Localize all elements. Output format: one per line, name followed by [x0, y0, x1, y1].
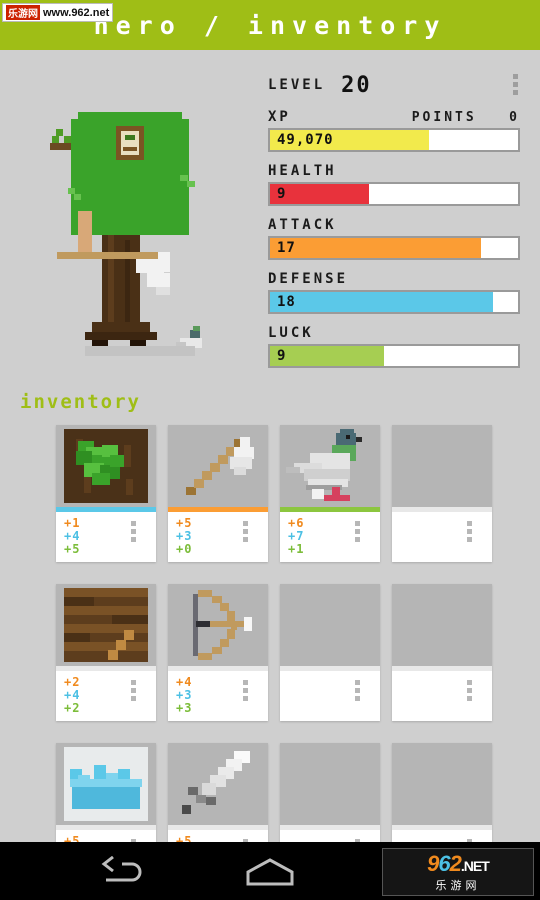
item-overflow-menu-icon[interactable] [467, 680, 472, 701]
stat-health: HEALTH 9 [268, 163, 520, 206]
watermark-bottom-main: 962.NET [427, 851, 490, 876]
points-readout: POINTS 0 [412, 110, 520, 125]
overflow-menu-icon[interactable] [513, 74, 518, 95]
sword-item-icon [168, 743, 268, 825]
bow-item-icon [168, 584, 268, 666]
item-stats: +1 +4 +5 [56, 512, 156, 562]
axe-item-icon [168, 425, 268, 507]
stat-health-head: HEALTH [268, 163, 520, 179]
item-overflow-menu-icon[interactable] [355, 680, 360, 701]
android-nav-bar: 962.NET 乐游网 [0, 842, 540, 900]
stat-xp-bar: 49,070 [268, 128, 520, 152]
stat-attack-bar: 17 [268, 236, 520, 260]
stat-defense: DEFENSE 18 [268, 271, 520, 314]
watermark-top-cn: 乐游网 [6, 5, 40, 20]
watermark-bottom: 962.NET 乐游网 [382, 848, 534, 896]
item-stats [392, 671, 492, 721]
empty-slot-icon [392, 743, 492, 825]
stat-defense-label: DEFENSE [268, 271, 349, 287]
empty-slot-icon [392, 425, 492, 507]
stat-defense-bar: 18 [268, 290, 520, 314]
points-label: POINTS [411, 110, 477, 125]
item-overflow-menu-icon[interactable] [243, 521, 248, 542]
stat-luck-fill [270, 346, 385, 366]
level-row: LEVEL 20 [268, 72, 520, 98]
stat-luck-bar: 9 [268, 344, 520, 368]
stat-xp-head: XP POINTS 0 [268, 109, 520, 125]
empty-slot-icon [280, 743, 380, 825]
stat-attack-head: ATTACK [268, 217, 520, 233]
app-screen: hero / inventory 乐游网 www.962.net LEVEL 2… [0, 0, 540, 900]
inventory-item-card[interactable]: +6 +7 +1 [280, 425, 380, 562]
item-overflow-menu-icon[interactable] [131, 680, 136, 701]
pigeon-item-icon [280, 425, 380, 507]
inventory-grid: +1 +4 +5 +5 +3 +0 +6 +7 +1 +2 +4 +2 +4 +3 +3 +5 +5 [56, 425, 496, 880]
stat-attack-fill [270, 238, 481, 258]
level-value: 20 [341, 72, 372, 98]
stat-attack: ATTACK 17 [268, 217, 520, 260]
stat-luck-head: LUCK [268, 325, 520, 341]
home-icon[interactable] [242, 856, 298, 888]
stat-health-bar: 9 [268, 182, 520, 206]
item-stats: +4 +3 +3 [168, 671, 268, 721]
stat-health-label: HEALTH [268, 163, 337, 179]
item-overflow-menu-icon[interactable] [131, 521, 136, 542]
app-bar: hero / inventory 乐游网 www.962.net [0, 0, 540, 50]
item-stats [280, 671, 380, 721]
inventory-item-card[interactable]: +4 +3 +3 [168, 584, 268, 721]
stat-luck-value: 9 [277, 348, 287, 364]
stat-luck-label: LUCK [268, 325, 314, 341]
stat-defense-head: DEFENSE [268, 271, 520, 287]
stat-defense-value: 18 [277, 294, 296, 310]
points-value: 0 [509, 110, 520, 125]
item-stat-luck: +1 [288, 542, 305, 556]
wood-plank-item-icon [56, 584, 156, 666]
stat-attack-label: ATTACK [268, 217, 337, 233]
inventory-item-card[interactable] [280, 584, 380, 721]
water-block-item-icon [56, 743, 156, 825]
inventory-item-card[interactable]: +2 +4 +2 [56, 584, 156, 721]
item-overflow-menu-icon[interactable] [355, 521, 360, 542]
stat-defense-fill [270, 292, 494, 312]
leaf-item-icon [56, 425, 156, 507]
stats-panel: LEVEL 20 XP POINTS 0 49,070 HEALTH 9 ATT… [268, 72, 520, 368]
item-stat-luck: +2 [64, 701, 81, 715]
inventory-item-card[interactable] [392, 425, 492, 562]
level-label: LEVEL [268, 77, 326, 93]
hero-character[interactable] [30, 100, 250, 370]
inventory-item-card[interactable] [392, 584, 492, 721]
watermark-bottom-cn: 乐游网 [435, 880, 481, 892]
item-overflow-menu-icon[interactable] [243, 680, 248, 701]
empty-slot-icon [392, 584, 492, 666]
item-stats [392, 512, 492, 562]
stat-health-value: 9 [277, 186, 287, 202]
item-stats: +2 +4 +2 [56, 671, 156, 721]
stat-xp: XP POINTS 0 49,070 [268, 109, 520, 152]
watermark-bottom-net: .NET [460, 858, 490, 874]
stat-xp-label: XP [268, 109, 291, 125]
stat-attack-value: 17 [277, 240, 296, 256]
inventory-item-card[interactable]: +5 +3 +0 [168, 425, 268, 562]
item-stat-luck: +3 [176, 701, 193, 715]
item-stat-luck: +5 [64, 542, 81, 556]
stat-xp-value: 49,070 [277, 132, 334, 148]
back-icon[interactable] [92, 856, 148, 888]
watermark-top-url: www.962.net [43, 6, 110, 19]
stat-luck: LUCK 9 [268, 325, 520, 368]
item-stat-luck: +0 [176, 542, 193, 556]
item-stats: +5 +3 +0 [168, 512, 268, 562]
watermark-top: 乐游网 www.962.net [2, 3, 114, 22]
tree-character-icon [50, 112, 202, 354]
item-overflow-menu-icon[interactable] [467, 521, 472, 542]
inventory-heading: inventory [20, 391, 141, 413]
character-shadow [85, 346, 195, 356]
item-stats: +6 +7 +1 [280, 512, 380, 562]
empty-slot-icon [280, 584, 380, 666]
inventory-item-card[interactable]: +1 +4 +5 [56, 425, 156, 562]
